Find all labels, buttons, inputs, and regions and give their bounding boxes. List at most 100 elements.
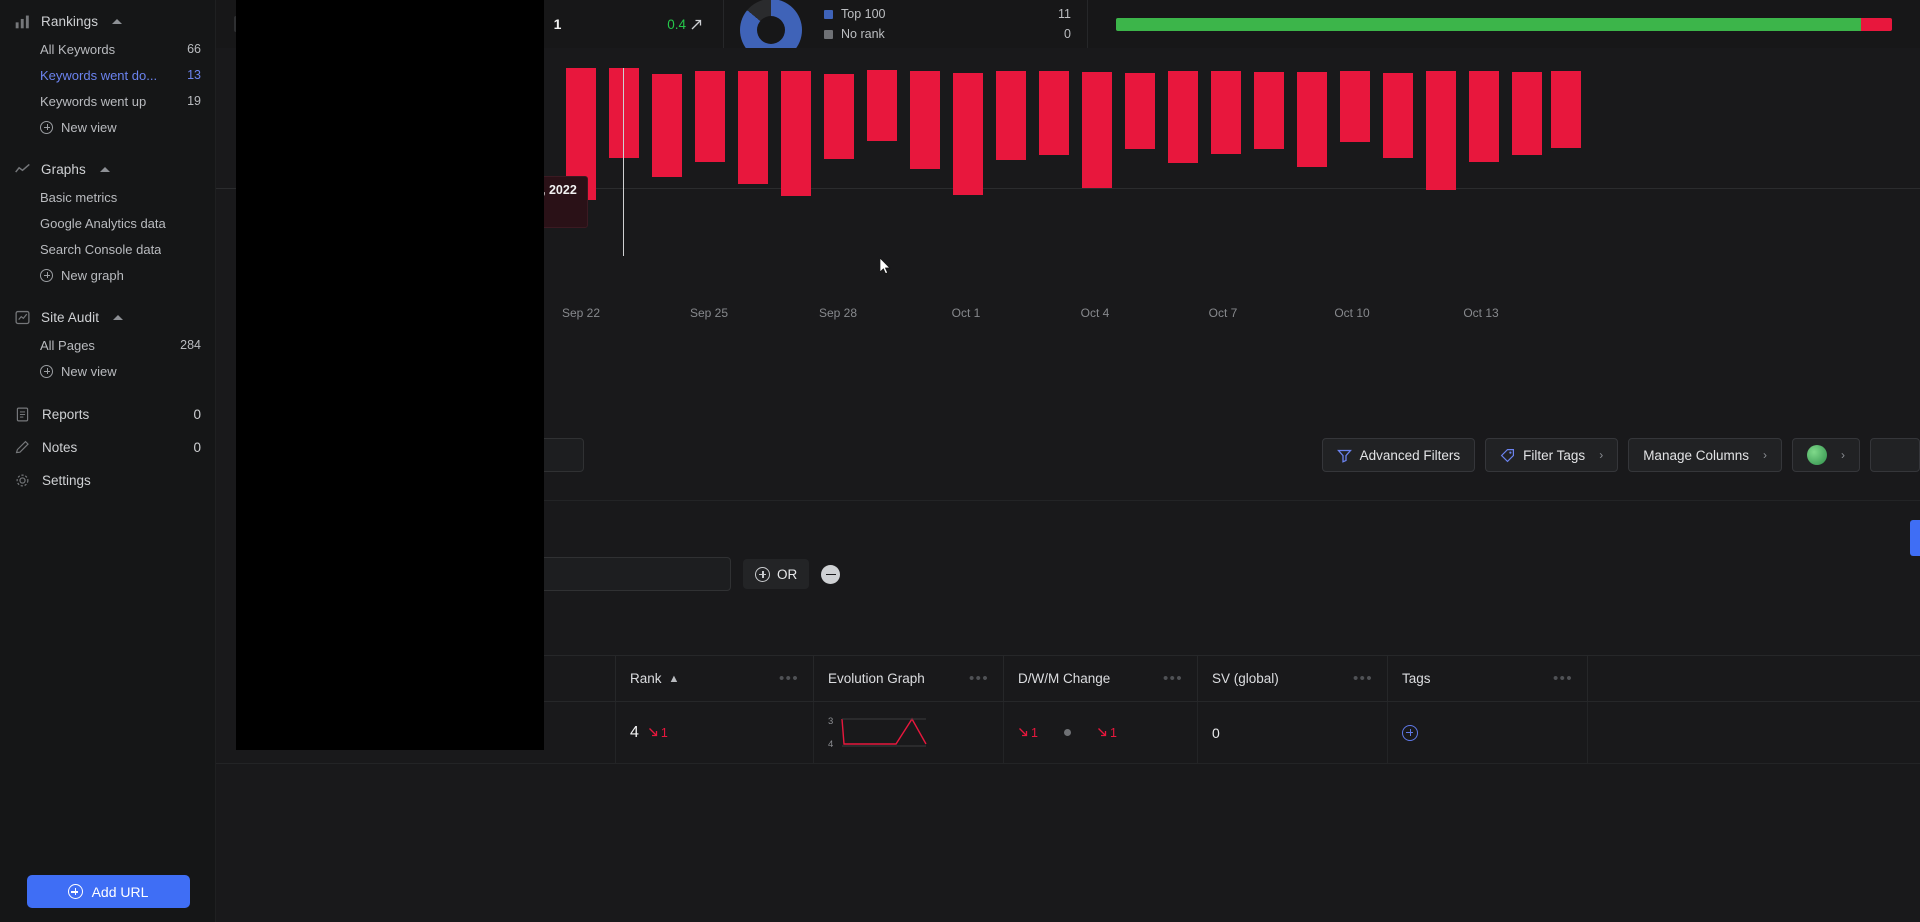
sidebar-new-view-rankings[interactable]: New view bbox=[0, 114, 215, 140]
trend-line-icon bbox=[15, 163, 30, 173]
sidebar-new-label: New view bbox=[61, 363, 117, 379]
daily-change-value: 1 bbox=[1031, 725, 1038, 740]
sort-ascending-icon[interactable]: ▲ bbox=[669, 673, 680, 685]
manage-columns-button[interactable]: Manage Columns › bbox=[1628, 438, 1782, 472]
progress-bar bbox=[1116, 17, 1892, 31]
chart-bar[interactable] bbox=[996, 71, 1026, 160]
column-menu-icon[interactable]: ••• bbox=[1163, 670, 1183, 687]
chart-bar[interactable] bbox=[1551, 71, 1581, 148]
more-options-button[interactable] bbox=[1870, 438, 1920, 472]
sidebar-new-view-site-audit[interactable]: New view bbox=[0, 358, 215, 384]
add-tag-icon[interactable] bbox=[1402, 724, 1418, 741]
advanced-filters-button[interactable]: Advanced Filters bbox=[1321, 438, 1476, 472]
sidebar-item-basic-metrics[interactable]: Basic metrics bbox=[0, 184, 215, 210]
arrow-up-right-icon bbox=[691, 19, 702, 29]
chart-bar[interactable] bbox=[781, 71, 811, 196]
delta-value: 0.4 bbox=[667, 16, 686, 32]
sidebar-item-all-keywords[interactable]: All Keywords 66 bbox=[0, 36, 215, 62]
arrow-down-right-icon bbox=[1097, 728, 1107, 737]
chart-bar[interactable] bbox=[738, 71, 768, 184]
legend-row: Top 100 11 bbox=[824, 4, 1071, 24]
chevron-right-icon[interactable]: › bbox=[1599, 448, 1603, 462]
sidebar-item-reports[interactable]: Reports 0 bbox=[0, 398, 215, 431]
add-url-button[interactable]: Add URL bbox=[26, 875, 190, 908]
table-header-rank[interactable]: Rank ▲ ••• bbox=[616, 656, 814, 701]
chart-bar[interactable] bbox=[1254, 72, 1284, 149]
chart-bar[interactable] bbox=[1082, 72, 1112, 188]
cell-tags bbox=[1388, 702, 1588, 763]
sidebar-item-count: 13 bbox=[187, 68, 201, 82]
x-axis-tick-label: Sep 25 bbox=[689, 306, 729, 320]
sidebar-item-settings[interactable]: Settings bbox=[0, 464, 215, 497]
evo-bottom-label: 4 bbox=[828, 738, 834, 750]
chart-bar[interactable] bbox=[695, 71, 725, 162]
chevron-right-icon[interactable]: › bbox=[1763, 448, 1767, 462]
sidebar-item-all-pages[interactable]: All Pages 284 bbox=[0, 332, 215, 358]
chart-bar[interactable] bbox=[609, 68, 639, 158]
monthly-change-value: 1 bbox=[1109, 725, 1117, 740]
column-menu-icon[interactable]: ••• bbox=[1553, 670, 1573, 687]
sidebar-group-rankings[interactable]: Rankings bbox=[0, 6, 215, 36]
remove-condition-button[interactable] bbox=[821, 564, 841, 584]
chart-bar[interactable] bbox=[1168, 71, 1198, 163]
x-axis-tick-label: Sep 28 bbox=[818, 306, 858, 320]
chart-bar[interactable] bbox=[1039, 71, 1069, 155]
click-potential-value: 1 bbox=[553, 16, 562, 32]
filter-tags-button[interactable]: Filter Tags › bbox=[1485, 438, 1619, 472]
chart-bar[interactable] bbox=[1512, 72, 1542, 155]
chart-bar[interactable] bbox=[1469, 71, 1499, 162]
sidebar-item-label: Basic metrics bbox=[40, 189, 118, 205]
column-label: D/W/M Change bbox=[1018, 671, 1111, 686]
chart-bar[interactable] bbox=[953, 73, 983, 195]
chevron-right-icon[interactable]: › bbox=[1841, 448, 1845, 462]
evo-top-label: 3 bbox=[828, 715, 834, 727]
sidebar-item-label: All Pages bbox=[40, 337, 95, 353]
chart-bar[interactable] bbox=[824, 74, 854, 159]
table-header-tags[interactable]: Tags ••• bbox=[1388, 656, 1588, 701]
sidebar-new-graph[interactable]: New graph bbox=[0, 262, 215, 288]
sidebar-group-site-audit[interactable]: Site Audit bbox=[0, 302, 215, 332]
plus-circle-icon bbox=[40, 268, 53, 282]
chart-bar[interactable] bbox=[867, 70, 897, 141]
plus-circle-icon bbox=[40, 364, 53, 378]
chart-bar[interactable] bbox=[1340, 71, 1370, 142]
cell-dwm-change: 1 1 bbox=[1004, 702, 1198, 763]
chevron-up-icon[interactable] bbox=[113, 314, 124, 320]
chart-bar[interactable] bbox=[1426, 71, 1456, 190]
sidebar-new-label: New view bbox=[61, 119, 117, 135]
sidebar-item-label: Search Console data bbox=[40, 241, 162, 257]
sidebar-item-keywords-went-down[interactable]: Keywords went do... 13 bbox=[0, 62, 215, 88]
progress-green-segment bbox=[1116, 17, 1861, 31]
sidebar-item-search-console-data[interactable]: Search Console data bbox=[0, 236, 215, 262]
column-menu-icon[interactable]: ••• bbox=[969, 670, 989, 687]
sidebar-item-notes[interactable]: Notes 0 bbox=[0, 431, 215, 464]
table-header-sv-global[interactable]: SV (global) ••• bbox=[1198, 656, 1388, 701]
chevron-up-icon[interactable] bbox=[112, 18, 123, 24]
sidebar-item-google-analytics-data[interactable]: Google Analytics data bbox=[0, 210, 215, 236]
evo-line-icon bbox=[841, 717, 927, 746]
sidebar-item-count: 284 bbox=[180, 338, 201, 352]
sidebar-item-keywords-went-up[interactable]: Keywords went up 19 bbox=[0, 88, 215, 114]
sidebar-group-graphs[interactable]: Graphs bbox=[0, 154, 215, 184]
horizontal-scroll-handle[interactable] bbox=[1910, 520, 1920, 556]
legend-row: No rank 0 bbox=[824, 24, 1071, 44]
column-label: SV (global) bbox=[1212, 671, 1279, 686]
chart-bar[interactable] bbox=[1211, 71, 1241, 154]
column-label: Tags bbox=[1402, 671, 1431, 686]
table-header-d-w-m-change[interactable]: D/W/M Change ••• bbox=[1004, 656, 1198, 701]
chart-bar[interactable] bbox=[1297, 72, 1327, 167]
click-potential-delta: 0.4 bbox=[667, 17, 703, 32]
chart-bar[interactable] bbox=[1125, 73, 1155, 149]
table-header-evolution-graph[interactable]: Evolution Graph ••• bbox=[814, 656, 1004, 701]
chart-bar[interactable] bbox=[1383, 73, 1413, 158]
distribution-legend: Top 100 11 No rank 0 bbox=[824, 4, 1071, 44]
add-or-condition-button[interactable]: OR bbox=[743, 559, 810, 589]
column-menu-icon[interactable]: ••• bbox=[779, 670, 799, 687]
kpi-progress-bar-cell bbox=[1088, 0, 1920, 48]
chevron-up-icon[interactable] bbox=[99, 166, 110, 172]
locale-selector-button[interactable]: › bbox=[1792, 438, 1860, 472]
kpi-rank-distribution: Top 100 11 No rank 0 bbox=[724, 0, 1088, 61]
chart-bar[interactable] bbox=[652, 74, 682, 177]
chart-bar[interactable] bbox=[910, 71, 940, 169]
column-menu-icon[interactable]: ••• bbox=[1353, 670, 1373, 687]
